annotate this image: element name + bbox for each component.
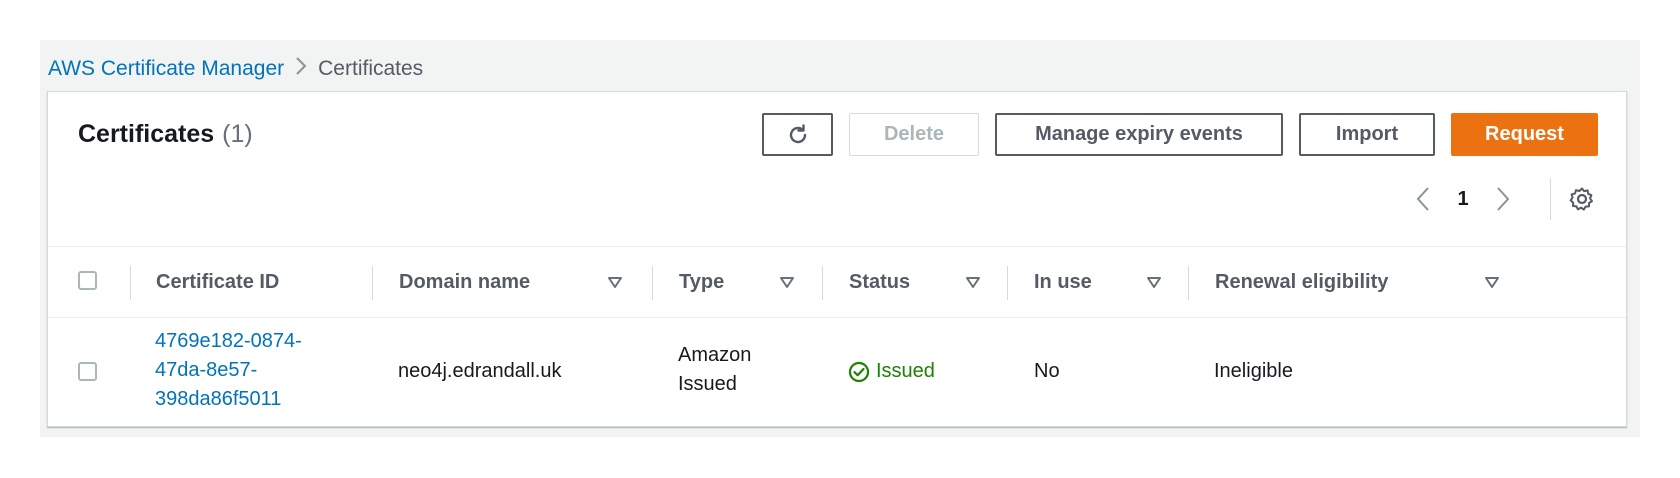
sort-renewal-eligibility-icon[interactable] — [1484, 274, 1500, 290]
refresh-icon — [789, 123, 806, 143]
type-line: Amazon — [678, 344, 752, 366]
column-header-renewal-eligibility[interactable]: Renewal eligibility — [1215, 247, 1388, 317]
manage-expiry-events-button[interactable]: Manage expiry events — [995, 113, 1283, 156]
status-badge: Issued — [848, 357, 935, 386]
column-header-in-use[interactable]: In use — [1034, 247, 1092, 317]
type-cell: Amazon Issued — [678, 341, 751, 399]
row-select-checkbox[interactable] — [78, 362, 97, 381]
certificate-count: (1) — [222, 120, 253, 148]
sort-domain-name-icon[interactable] — [607, 274, 623, 290]
select-all-checkbox[interactable] — [78, 271, 97, 290]
settings-gear-icon[interactable] — [1569, 186, 1595, 212]
breadcrumb: AWS Certificate Manager Certificates — [48, 54, 423, 84]
certificate-id-line[interactable]: 398da86f5011 — [155, 385, 340, 414]
certificates-panel: Certificates (1) Delete Manage expiry ev… — [47, 91, 1627, 427]
domain-name-cell: neo4j.edrandall.uk — [398, 360, 562, 382]
pagination: 1 — [1403, 179, 1523, 219]
import-button[interactable]: Import — [1299, 113, 1435, 156]
column-divider — [130, 266, 131, 300]
column-divider — [1007, 266, 1008, 300]
table-row[interactable]: 4769e182-0874- 47da-8e57- 398da86f5011 n… — [48, 317, 1626, 426]
table-header: Certificate ID Domain name Type Status I… — [48, 246, 1626, 318]
certificate-id-line[interactable]: 47da-8e57- — [155, 356, 340, 385]
current-page-number[interactable]: 1 — [1443, 188, 1483, 211]
panel-title-text: Certificates — [78, 120, 215, 148]
status-text: Issued — [876, 360, 935, 382]
app-frame: AWS Certificate Manager Certificates Cer… — [40, 40, 1640, 437]
sort-status-icon[interactable] — [965, 274, 981, 290]
column-header-type[interactable]: Type — [679, 247, 724, 317]
column-divider — [822, 266, 823, 300]
column-header-status[interactable]: Status — [849, 247, 910, 317]
column-divider — [652, 266, 653, 300]
refresh-button[interactable] — [762, 113, 833, 156]
previous-page-icon[interactable] — [1403, 186, 1443, 212]
breadcrumb-current: Certificates — [318, 57, 424, 80]
breadcrumb-separator-icon — [284, 56, 318, 82]
next-page-icon[interactable] — [1483, 186, 1523, 212]
certificate-id-line[interactable]: 4769e182-0874- — [155, 327, 340, 356]
request-button[interactable]: Request — [1451, 113, 1598, 156]
sort-type-icon[interactable] — [779, 274, 795, 290]
column-divider — [372, 266, 373, 300]
renewal-eligibility-cell: Ineligible — [1214, 360, 1293, 382]
breadcrumb-link-acm[interactable]: AWS Certificate Manager — [48, 57, 284, 81]
delete-button[interactable]: Delete — [849, 113, 979, 156]
column-divider — [1188, 266, 1189, 300]
column-header-domain-name[interactable]: Domain name — [399, 247, 530, 317]
sort-in-use-icon[interactable] — [1146, 274, 1162, 290]
column-header-certificate-id: Certificate ID — [156, 270, 280, 293]
in-use-cell: No — [1034, 360, 1060, 382]
certificate-id-link[interactable]: 4769e182-0874- 47da-8e57- 398da86f5011 — [155, 327, 340, 414]
page-title: Certificates (1) — [78, 120, 253, 149]
type-line: Issued — [678, 373, 737, 395]
pager-divider — [1550, 178, 1551, 220]
check-circle-icon — [848, 361, 870, 382]
